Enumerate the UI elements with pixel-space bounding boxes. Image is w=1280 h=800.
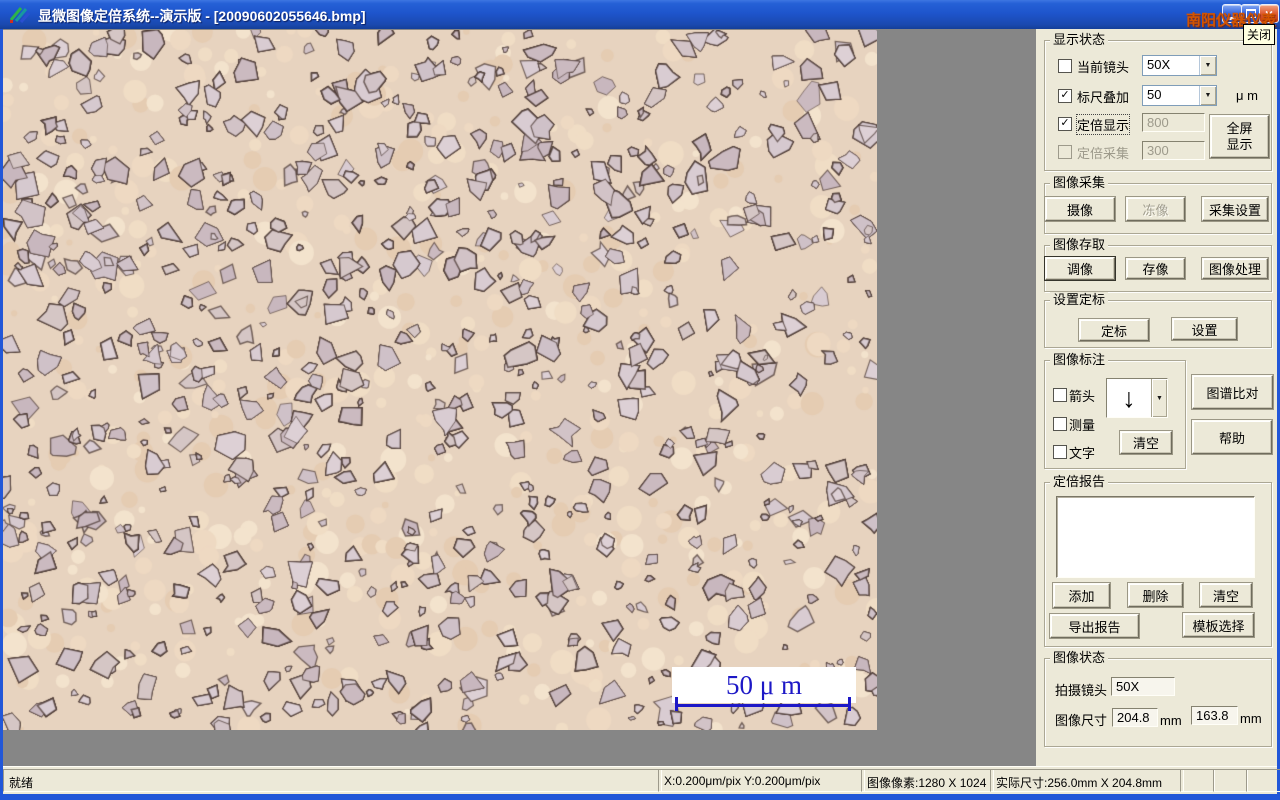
- fullscreen-button[interactable]: 全屏 显示: [1210, 115, 1269, 158]
- status-bar: 就绪 X:0.200μm/pix Y:0.200μm/pix 图像像素:1280…: [3, 766, 1280, 794]
- status-pixel-scale: X:0.200μm/pix Y:0.200μm/pix: [658, 769, 865, 792]
- group-storage-title: 图像存取: [1050, 237, 1109, 253]
- ruler-unit-label: μ m: [1236, 88, 1258, 103]
- current-lens-value: 50X: [1147, 57, 1171, 72]
- checkbox-fixed-display-label: 定倍显示: [1075, 114, 1131, 135]
- atlas-compare-button[interactable]: 图谱比对: [1192, 375, 1273, 409]
- freeze-button: 冻像: [1126, 197, 1185, 221]
- checkbox-ruler-overlay[interactable]: ✓: [1058, 89, 1072, 103]
- lens-label: 拍摄镜头: [1055, 683, 1108, 698]
- window-title: 显微图像定倍系统--演示版 - [20090602055646.bmp]: [38, 8, 366, 24]
- save-image-button[interactable]: 存像: [1126, 258, 1185, 279]
- status-ready: 就绪: [3, 769, 662, 792]
- control-panel: 显示状态 当前镜头 50X ▼ ✓ 标尺叠加 50 ▼ μ m ✓ 定倍显示 8…: [1036, 29, 1277, 766]
- fullscreen-button-line1: 全屏: [1226, 120, 1253, 136]
- report-clear-button[interactable]: 清空: [1200, 583, 1252, 607]
- chevron-down-icon: ▼: [1204, 62, 1212, 69]
- current-lens-dropdown-button[interactable]: ▼: [1199, 56, 1216, 75]
- report-listbox[interactable]: [1056, 496, 1255, 578]
- image-width-field: 204.8: [1112, 708, 1158, 727]
- scale-bar-label: 50 μ m: [726, 669, 802, 700]
- checkbox-measure-label: 测量: [1069, 418, 1096, 433]
- checkbox-arrow-label: 箭头: [1069, 389, 1096, 404]
- report-delete-button[interactable]: 删除: [1128, 583, 1183, 607]
- ruler-value-combo[interactable]: 50 ▼: [1142, 85, 1217, 106]
- checkbox-fixed-capture: [1058, 145, 1072, 159]
- capture-settings-button[interactable]: 采集设置: [1202, 197, 1268, 221]
- scale-bar: 50 μ m: [672, 667, 856, 703]
- annotation-clear-button[interactable]: 清空: [1120, 431, 1172, 454]
- checkbox-arrow[interactable]: [1053, 388, 1067, 402]
- status-actual-size: 实际尺寸:256.0mm X 204.8mm: [990, 769, 1184, 792]
- close-tooltip: 关闭: [1243, 24, 1276, 45]
- status-spare-3: [1246, 769, 1280, 792]
- template-select-button[interactable]: 模板选择: [1183, 613, 1254, 637]
- fixed-capture-input: 300: [1142, 141, 1205, 160]
- arrow-down-icon: ↓: [1122, 382, 1136, 413]
- export-report-button[interactable]: 导出报告: [1050, 614, 1139, 638]
- arrow-style-dropdown-button[interactable]: ▼: [1151, 379, 1167, 417]
- image-width-unit: mm: [1160, 713, 1182, 728]
- arrow-style-combo[interactable]: ↓ ▼: [1106, 378, 1168, 418]
- image-size-label: 图像尺寸: [1055, 713, 1108, 728]
- image-process-button[interactable]: 图像处理: [1202, 258, 1268, 279]
- load-image-button[interactable]: 调像: [1045, 257, 1115, 280]
- title-bar: 显微图像定倍系统--演示版 - [20090602055646.bmp] × 南…: [0, 0, 1280, 45]
- scale-bar-tick-right: [848, 697, 851, 711]
- group-annotation-title: 图像标注: [1050, 352, 1109, 368]
- group-image-status: 图像状态: [1044, 650, 1272, 747]
- app-icon: [9, 7, 30, 23]
- help-button[interactable]: 帮助: [1192, 420, 1272, 454]
- group-capture-title: 图像采集: [1050, 175, 1109, 191]
- group-report-title: 定倍报告: [1050, 474, 1109, 490]
- fixed-display-input: 800: [1142, 113, 1205, 132]
- ruler-dropdown-button[interactable]: ▼: [1199, 86, 1216, 105]
- fullscreen-button-line2: 显示: [1226, 136, 1253, 152]
- ruler-value: 50: [1147, 87, 1162, 102]
- chevron-down-icon: ▼: [1204, 92, 1212, 99]
- shoot-button[interactable]: 摄像: [1045, 197, 1115, 221]
- checkbox-fixed-capture-label: 定倍采集: [1077, 146, 1130, 161]
- app-window: 显微图像定倍系统--演示版 - [20090602055646.bmp] × 南…: [0, 0, 1280, 800]
- status-spare-2: [1213, 769, 1248, 792]
- image-height-unit: mm: [1240, 711, 1262, 726]
- checkbox-text[interactable]: [1053, 445, 1067, 459]
- image-viewer: 50 μ m: [3, 29, 1036, 766]
- scale-bar-line: [675, 704, 851, 707]
- group-display-status-title: 显示状态: [1050, 32, 1109, 48]
- group-calibration-title: 设置定标: [1050, 292, 1109, 308]
- current-lens-combo[interactable]: 50X ▼: [1142, 55, 1217, 76]
- calibrate-button[interactable]: 定标: [1079, 319, 1149, 341]
- checkbox-ruler-overlay-label: 标尺叠加: [1077, 90, 1130, 105]
- checkbox-current-lens[interactable]: [1058, 59, 1072, 73]
- checkbox-fixed-display[interactable]: ✓: [1058, 117, 1072, 131]
- scale-bar-tick-left: [675, 697, 678, 711]
- status-image-pixels: 图像像素:1280 X 1024: [861, 769, 994, 792]
- group-image-status-title: 图像状态: [1050, 650, 1109, 666]
- report-add-button[interactable]: 添加: [1053, 583, 1110, 608]
- lens-value-field: 50X: [1111, 677, 1175, 696]
- image-height-field: 163.8: [1191, 706, 1238, 725]
- status-spare-1: [1180, 769, 1215, 792]
- checkbox-current-lens-label: 当前镜头: [1077, 60, 1130, 75]
- calibration-settings-button[interactable]: 设置: [1172, 318, 1237, 340]
- chevron-down-icon: ▼: [1156, 394, 1163, 402]
- checkbox-text-label: 文字: [1069, 446, 1096, 461]
- checkbox-measure[interactable]: [1053, 417, 1067, 431]
- micrograph-image[interactable]: [3, 30, 877, 730]
